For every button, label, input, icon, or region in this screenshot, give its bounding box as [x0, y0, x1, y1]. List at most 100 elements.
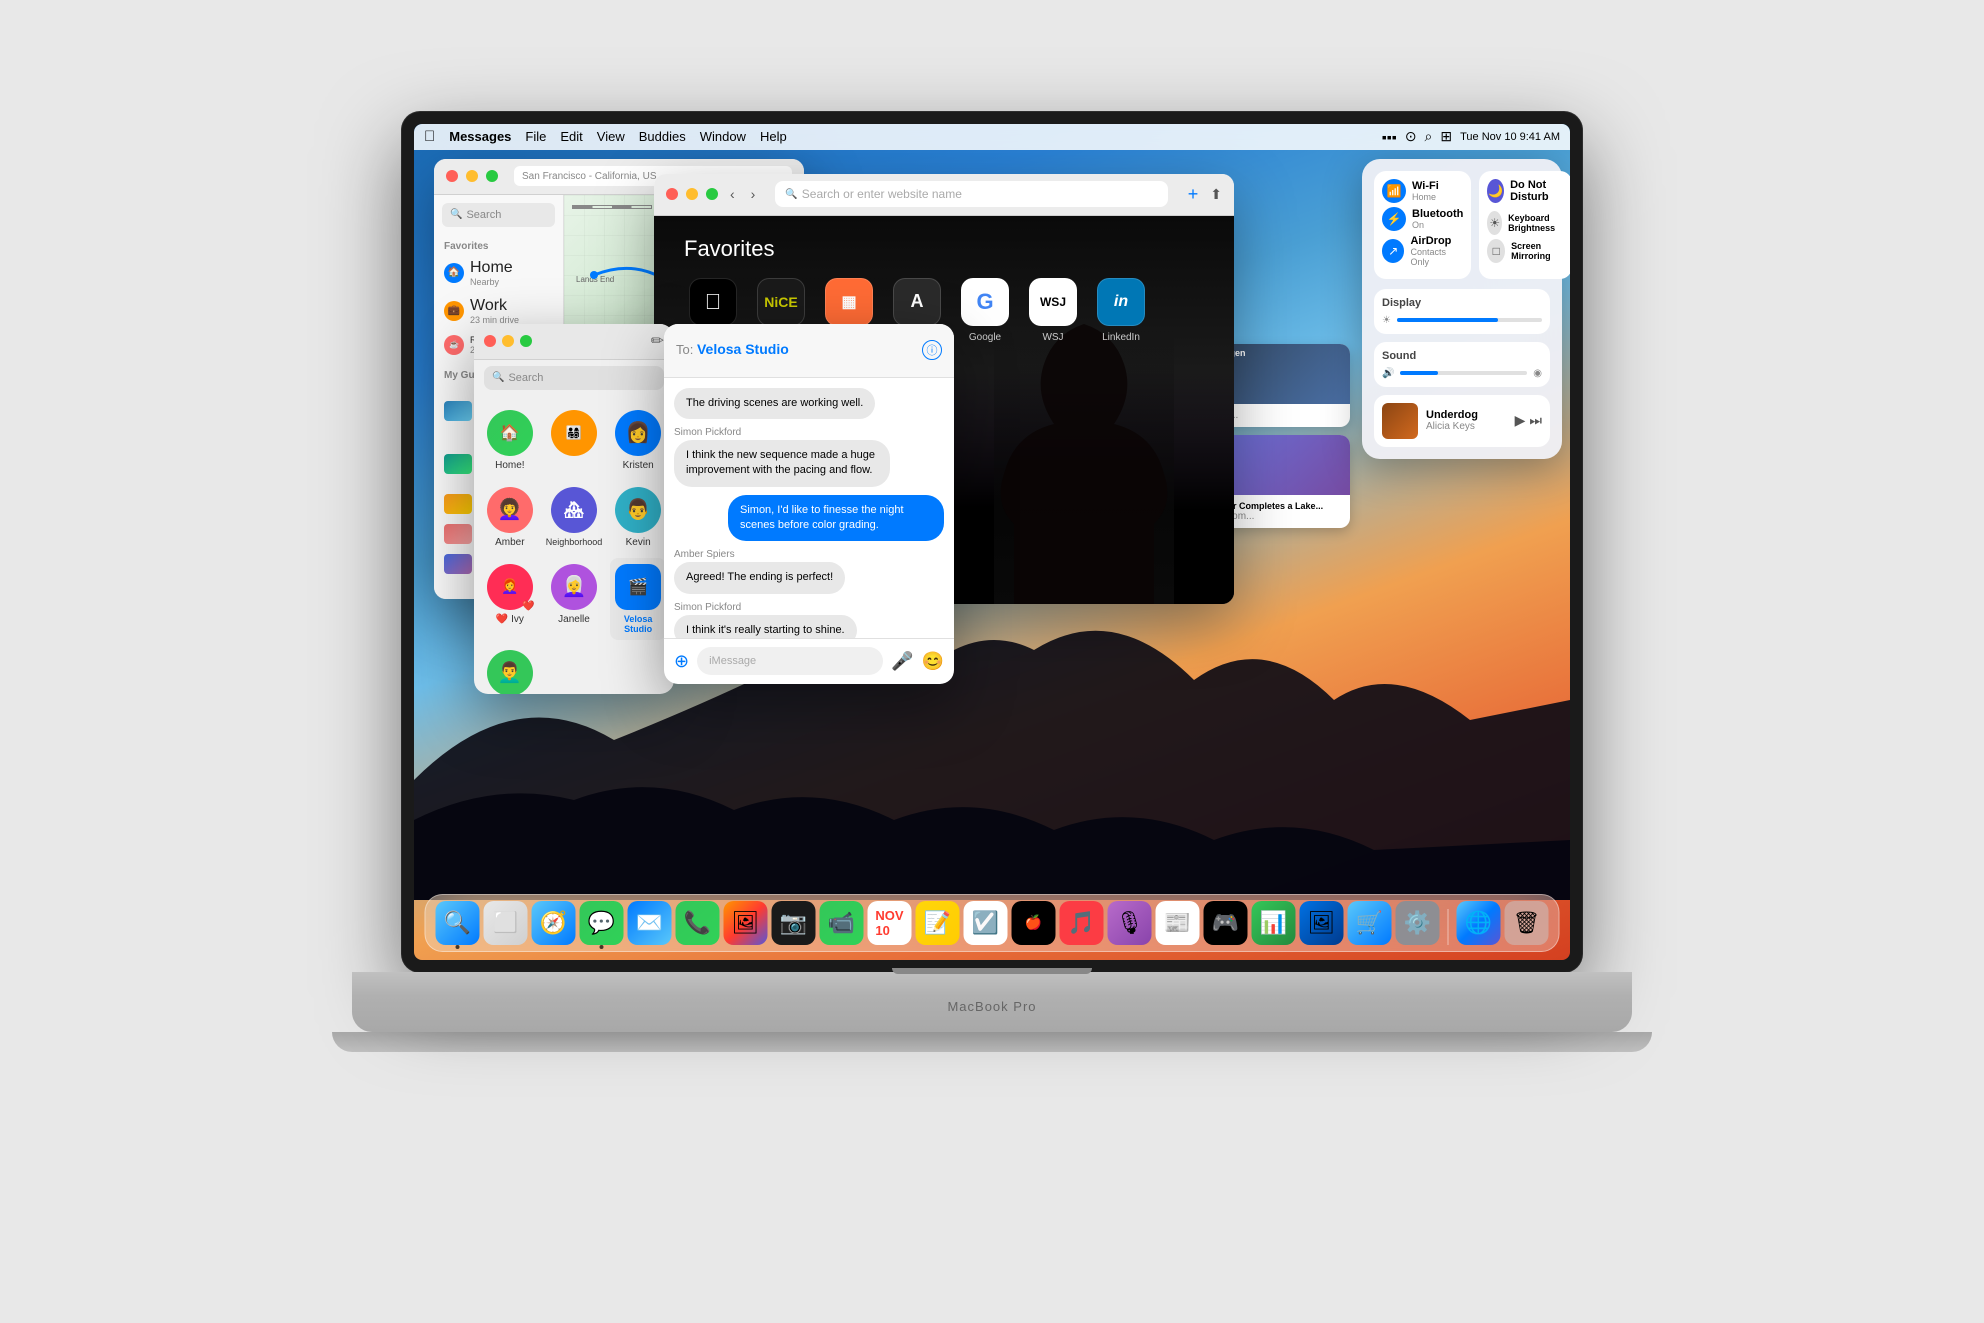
dock-facetime-video[interactable]: 📹 — [820, 901, 864, 945]
contact-simon[interactable]: 👨‍🦱 Simon — [482, 644, 538, 694]
dnd-icon[interactable]: 🌙 — [1487, 179, 1504, 203]
dock-xcode[interactable]: 🛒 — [1348, 901, 1392, 945]
dock-finder[interactable]: 🔍 — [436, 901, 480, 945]
cc-dnd-module[interactable]: 🌙 Do Not Disturb ☀ Keyboard Brightness □… — [1479, 171, 1570, 279]
finder-icon: 🔍 — [444, 910, 471, 936]
chat-info-button[interactable]: ⓘ — [922, 340, 942, 360]
menu-view[interactable]: View — [597, 129, 625, 144]
compose-button[interactable]: ✏ — [651, 331, 664, 351]
safari-share-button[interactable]: ⬆ — [1210, 186, 1222, 203]
cc-track-info: Underdog Alicia Keys — [1426, 409, 1478, 432]
dock-messages[interactable]: 💬 — [580, 901, 624, 945]
safari-back-button[interactable]: ‹ — [726, 184, 739, 204]
search-icon[interactable]: ⌕ — [1425, 128, 1433, 145]
close-button[interactable] — [446, 170, 458, 182]
menu-file[interactable]: File — [525, 129, 546, 144]
chat-emoji-button[interactable]: 😊 — [922, 651, 944, 672]
dock-calendar[interactable]: NOV10 — [868, 901, 912, 945]
dock-trash[interactable]: 🗑 — [1505, 901, 1549, 945]
messages-icon: 💬 — [588, 910, 615, 936]
menu-window[interactable]: Window — [700, 129, 746, 144]
dock-camera[interactable]: 📷 — [772, 901, 816, 945]
contact-ivy[interactable]: 👩‍🦰 ❤️ ❤️ Ivy — [482, 558, 538, 640]
cc-display-slider[interactable] — [1397, 318, 1542, 322]
msg-contacts-max[interactable] — [520, 335, 532, 347]
messages-search-input[interactable]: 🔍 Search — [484, 366, 664, 390]
minimize-button[interactable] — [466, 170, 478, 182]
contact-family[interactable]: 👨‍👩‍👧‍👦 — [542, 404, 607, 477]
safari-close-button[interactable] — [666, 188, 678, 200]
dock-photos[interactable]: 🖼 — [724, 901, 768, 945]
guide-thumb-hiking — [444, 494, 472, 514]
dock-podcasts[interactable]: 🎙 — [1108, 901, 1152, 945]
screen-mirroring-icon[interactable]: □ — [1487, 239, 1505, 263]
dock-appletv[interactable]: 🍎 — [1012, 901, 1056, 945]
contact-avatar-home: 🏠 — [487, 410, 533, 456]
cc-bluetooth-text: Bluetooth On — [1412, 208, 1463, 230]
safari-forward-button[interactable]: › — [747, 184, 760, 204]
window-messages-chat[interactable]: To: Velosa Studio ⓘ The driving scenes a… — [664, 324, 954, 684]
contact-avatar-neighborhood: 🏘 — [551, 487, 597, 533]
dock-keynote[interactable]: 🖼 — [1300, 901, 1344, 945]
dock-reminders[interactable]: ☑️ — [964, 901, 1008, 945]
contact-velosa[interactable]: 🎬 Velosa Studio — [610, 558, 666, 640]
menu-help[interactable]: Help — [760, 129, 787, 144]
safari-minimize-button[interactable] — [686, 188, 698, 200]
contact-kristen[interactable]: 👩 Kristen — [610, 404, 666, 477]
menu-edit[interactable]: Edit — [560, 129, 582, 144]
maximize-button[interactable] — [486, 170, 498, 182]
chat-apps-button[interactable]: ⊕ — [674, 651, 689, 672]
window-messages-contacts[interactable]: ✏ 🔍 Search 🏠 Home! — [474, 324, 674, 694]
safari-address-bar[interactable]: 🔍 Search or enter website name — [775, 181, 1167, 207]
contact-amber[interactable]: 👩‍🦱 Amber — [482, 481, 538, 554]
contact-neighborhood[interactable]: 🏘 Neighborhood — [542, 481, 607, 554]
control-center-icon[interactable]: ⊞ — [1440, 128, 1452, 145]
maps-search-input[interactable]: 🔍 Search — [442, 203, 555, 227]
skip-forward-button[interactable]: ⏭ — [1529, 412, 1542, 429]
imessage-input[interactable]: iMessage — [697, 647, 883, 675]
dock-arcade[interactable]: 🎮 — [1204, 901, 1248, 945]
favorite-linkedin[interactable]: in LinkedIn — [1092, 278, 1150, 343]
maps-search-placeholder: Search — [466, 209, 501, 221]
wifi-toggle-icon[interactable]: 📶 — [1382, 179, 1406, 203]
airdrop-icon[interactable]: ↗ — [1382, 239, 1404, 263]
play-pause-button[interactable]: ▶ — [1515, 412, 1526, 429]
favorite-icon-google: G — [961, 278, 1009, 326]
msg-sender-simon1: Simon Pickford — [674, 427, 890, 438]
dock-news[interactable]: 📰 — [1156, 901, 1200, 945]
cc-network-module[interactable]: 📶 Wi-Fi Home ⚡ Bluetooth On — [1374, 171, 1471, 279]
bluetooth-icon[interactable]: ⚡ — [1382, 207, 1406, 231]
menu-buddies[interactable]: Buddies — [639, 129, 686, 144]
safari-new-tab-button[interactable]: + — [1188, 184, 1199, 205]
msg-sender-simon2: Simon Pickford — [674, 602, 857, 613]
chat-audio-button[interactable]: 🎤 — [891, 651, 913, 672]
contact-home[interactable]: 🏠 Home! — [482, 404, 538, 477]
dock-safari[interactable]: 🧭 — [532, 901, 576, 945]
favorite-wsj[interactable]: WSJ WSJ — [1024, 278, 1082, 343]
dock-preferences[interactable]: ⚙️ — [1396, 901, 1440, 945]
reminders-icon: ☑️ — [972, 910, 999, 936]
contact-janelle[interactable]: 👩‍🦳 Janelle — [542, 558, 607, 640]
arcade-icon: 🎮 — [1212, 910, 1239, 936]
msg-contacts-close[interactable] — [484, 335, 496, 347]
dock-notes[interactable]: 📝 — [916, 901, 960, 945]
apple-menu-icon[interactable]:  — [424, 128, 435, 145]
dock-music[interactable]: 🎵 — [1060, 901, 1104, 945]
safari-maximize-button[interactable] — [706, 188, 718, 200]
msg-sender-amber: Amber Spiers — [674, 549, 845, 560]
cc-sound-slider[interactable] — [1400, 371, 1527, 375]
contact-kevin[interactable]: 👨 Kevin — [610, 481, 666, 554]
wifi-icon[interactable]: ⊙ — [1405, 128, 1417, 145]
app-name-messages[interactable]: Messages — [449, 129, 511, 144]
dock: 🔍 ⬜ 🧭 💬 ✉️ 📞 — [425, 894, 1560, 952]
dock-launchpad[interactable]: ⬜ — [484, 901, 528, 945]
dock-numbers[interactable]: 📊 — [1252, 901, 1296, 945]
favorite-google[interactable]: G Google — [956, 278, 1014, 343]
keyboard-brightness-icon[interactable]: ☀ — [1487, 211, 1502, 235]
msg-contacts-min[interactable] — [502, 335, 514, 347]
dock-facetime[interactable]: 📞 — [676, 901, 720, 945]
contact-name-ivy: ❤️ Ivy — [496, 614, 524, 625]
maps-favorite-home[interactable]: 🏠 Home Nearby — [434, 254, 563, 292]
dock-siri[interactable]: 🌐 — [1457, 901, 1501, 945]
dock-mail[interactable]: ✉️ — [628, 901, 672, 945]
